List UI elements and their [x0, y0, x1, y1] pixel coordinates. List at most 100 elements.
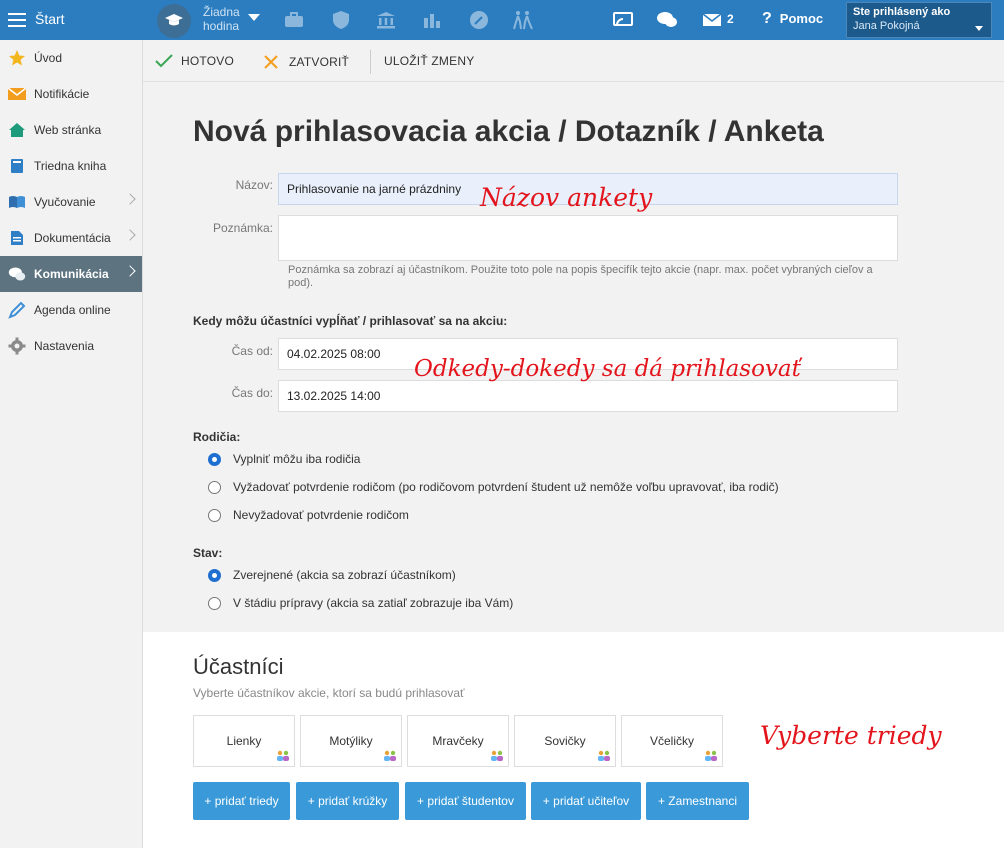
radio-checked[interactable] [208, 568, 221, 582]
class-card[interactable]: Lienky [193, 715, 295, 767]
user-heading: Ste prihlásený ako [853, 6, 951, 18]
cast-icon[interactable] [612, 9, 634, 31]
sidebar: Úvod Notifikácie Web stránka Triedna kni… [0, 40, 143, 848]
chat-icon [8, 265, 26, 283]
hamburger-menu-icon[interactable] [8, 10, 26, 30]
radio-unchecked[interactable] [208, 596, 221, 610]
status-heading: Stav: [193, 546, 223, 560]
radio-checked[interactable] [208, 452, 221, 466]
gear-icon [8, 337, 26, 355]
user-name: Jana Pokojná [853, 20, 920, 32]
star-icon [8, 49, 26, 67]
chevron-down-icon[interactable] [248, 14, 260, 21]
done-button[interactable]: HOTOVO [155, 54, 234, 68]
radio-label: V štádiu prípravy (akcia sa zatiaľ zobra… [233, 596, 514, 610]
message-count[interactable]: 2 [727, 12, 734, 26]
bar-chart-icon[interactable] [421, 9, 443, 31]
rocket-icon[interactable] [468, 9, 490, 31]
lesson-selector[interactable]: Žiadna hodina [203, 5, 247, 33]
radio-label: Vyžadovať potvrdenie rodičom (po rodičov… [233, 480, 779, 494]
sidebar-item-label: Komunikácia [34, 267, 109, 281]
people-icon [705, 750, 717, 761]
mail-icon[interactable] [701, 9, 723, 31]
people-icon [491, 750, 503, 761]
institution-icon[interactable] [375, 9, 397, 31]
class-name: Sovičky [544, 734, 586, 748]
radio-unchecked[interactable] [208, 508, 221, 522]
class-name: Mravčeky [432, 734, 484, 748]
help-label: Pomoc [779, 11, 824, 26]
class-card[interactable]: Sovičky [514, 715, 616, 767]
home-icon [8, 121, 26, 139]
to-label: Čas do: [231, 386, 273, 400]
done-label: HOTOVO [181, 54, 234, 68]
status-option[interactable]: Zverejnené (akcia sa zobrazí účastníkom) [208, 568, 456, 582]
document-icon [8, 229, 26, 247]
close-label: ZATVORIŤ [289, 55, 350, 69]
chevron-right-icon [124, 265, 136, 277]
sidebar-item-agenda-online[interactable]: Agenda online [0, 292, 142, 328]
note-label: Poznámka: [212, 221, 273, 235]
toolbar: HOTOVO ZATVORIŤ ULOŽIŤ ZMENY [143, 40, 1004, 82]
book-icon [8, 157, 26, 175]
sidebar-item-komunikacia[interactable]: Komunikácia [0, 256, 142, 292]
sidebar-item-dokumentacia[interactable]: Dokumentácia [0, 220, 142, 256]
status-option[interactable]: V štádiu prípravy (akcia sa zatiaľ zobra… [208, 596, 513, 610]
parents-option[interactable]: Nevyžadovať potvrdenie rodičom [208, 508, 409, 522]
parents-heading: Rodičia: [193, 430, 241, 444]
chevron-down-icon [975, 26, 983, 31]
sidebar-item-triedna-kniha[interactable]: Triedna kniha [0, 148, 142, 184]
app-title[interactable]: Štart [35, 11, 65, 27]
participants-heading: Účastníci [193, 654, 284, 679]
note-hint: Poznámka sa zobrazí aj účastníkom. Použi… [288, 264, 873, 289]
to-datetime-input[interactable] [278, 380, 898, 412]
when-heading: Kedy môžu účastníci vypĺňať / prihlasova… [193, 314, 508, 328]
add-students-button[interactable]: + pridať študentov [405, 782, 526, 820]
graduation-cap-icon[interactable] [157, 4, 191, 38]
sidebar-item-uvod[interactable]: Úvod [0, 40, 142, 76]
sidebar-item-notifikacie[interactable]: Notifikácie [0, 76, 142, 112]
parents-option[interactable]: Vyžadovať potvrdenie rodičom (po rodičov… [208, 480, 779, 494]
note-textarea[interactable] [278, 215, 898, 261]
annotation-dates: Odkedy-dokedy sa dá prihlasovať [414, 356, 801, 382]
walking-people-icon[interactable] [512, 9, 534, 31]
add-teachers-button[interactable]: + pridať učiteľov [531, 782, 641, 820]
sidebar-item-label: Nastavenia [34, 339, 95, 353]
sidebar-item-label: Vyučovanie [34, 195, 96, 209]
save-label: ULOŽIŤ ZMENY [384, 54, 475, 68]
class-card[interactable]: Motýliky [300, 715, 402, 767]
class-card[interactable]: Včeličky [621, 715, 723, 767]
participants-subtitle: Vyberte účastníkov akcie, ktorí sa budú … [193, 686, 465, 700]
briefcase-icon[interactable] [283, 9, 305, 31]
save-changes-button[interactable]: ULOŽIŤ ZMENY [384, 54, 474, 68]
annotation-name: Názov ankety [480, 183, 653, 212]
radio-unchecked[interactable] [208, 480, 221, 494]
class-card[interactable]: Mravčeky [407, 715, 509, 767]
class-name: Včeličky [649, 734, 694, 748]
sidebar-item-vyucovanie[interactable]: Vyučovanie [0, 184, 142, 220]
top-bar: Štart Žiadna hodina 2 ? Pomoc Ste prihlás… [0, 0, 1004, 40]
add-classes-button[interactable]: + pridať triedy [193, 782, 290, 820]
user-menu[interactable]: Ste prihlásený ako Jana Pokojná [846, 2, 992, 38]
parents-option[interactable]: Vyplniť môžu iba rodičia [208, 452, 360, 466]
sidebar-item-label: Web stránka [34, 123, 102, 137]
sidebar-item-label: Úvod [34, 51, 63, 65]
check-icon [155, 54, 173, 68]
page-title: Nová prihlasovacia akcia / Dotazník / An… [193, 115, 824, 148]
help-link[interactable]: ? Pomoc [762, 10, 823, 28]
sidebar-item-label: Notifikácie [34, 87, 90, 101]
class-name: Motýliky [329, 734, 373, 748]
shield-icon[interactable] [330, 9, 352, 31]
chat-bubbles-icon[interactable] [656, 9, 678, 31]
chevron-right-icon [124, 229, 136, 241]
close-button[interactable]: ZATVORIŤ [263, 54, 349, 70]
question-mark-icon: ? [762, 10, 772, 27]
sidebar-item-label: Dokumentácia [34, 231, 111, 245]
people-icon [598, 750, 610, 761]
add-clubs-button[interactable]: + pridať krúžky [296, 782, 399, 820]
sidebar-item-web-stranka[interactable]: Web stránka [0, 112, 142, 148]
add-employees-button[interactable]: + Zamestnanci [646, 782, 749, 820]
chevron-right-icon [124, 193, 136, 205]
sidebar-item-nastavenia[interactable]: Nastavenia [0, 328, 142, 364]
sidebar-item-label: Triedna kniha [34, 159, 107, 173]
